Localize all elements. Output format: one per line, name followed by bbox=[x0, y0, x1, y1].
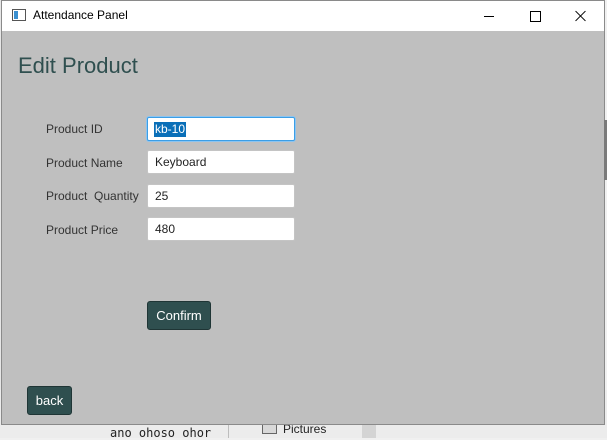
product-price-label: Product Price bbox=[46, 223, 119, 237]
minimize-icon bbox=[484, 15, 494, 17]
product-quantity-input[interactable] bbox=[147, 184, 295, 208]
product-quantity-label: Product Quantity bbox=[46, 189, 139, 203]
page-title: Edit Product bbox=[18, 53, 138, 78]
close-icon bbox=[575, 10, 587, 22]
product-id-label: Product ID bbox=[46, 122, 103, 136]
product-id-selected-text: kb-10 bbox=[154, 122, 187, 137]
app-window-icon bbox=[12, 9, 26, 21]
window-title: Attendance Panel bbox=[33, 8, 128, 22]
product-price-input[interactable] bbox=[147, 217, 295, 241]
minimize-button[interactable] bbox=[466, 1, 512, 31]
title-bar[interactable]: Attendance Panel bbox=[2, 1, 604, 31]
product-name-label: Product Name bbox=[46, 156, 123, 170]
confirm-button[interactable]: Confirm bbox=[147, 301, 211, 330]
maximize-button[interactable] bbox=[512, 1, 558, 31]
maximize-icon bbox=[529, 10, 541, 22]
back-button[interactable]: back bbox=[27, 386, 72, 415]
close-button[interactable] bbox=[558, 1, 604, 31]
product-name-input[interactable] bbox=[147, 150, 295, 174]
attendance-panel-window: Attendance Panel Edit Product Product ID… bbox=[1, 0, 605, 425]
